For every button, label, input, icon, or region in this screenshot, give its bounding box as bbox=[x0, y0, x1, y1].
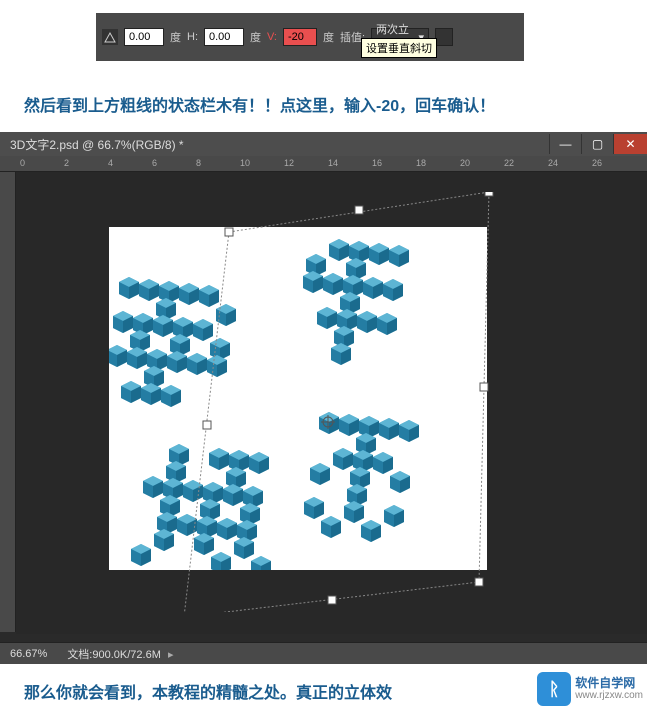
ruler-tick: 12 bbox=[284, 158, 294, 168]
watermark-url: www.rjzxw.com bbox=[575, 690, 643, 702]
ruler-tick: 18 bbox=[416, 158, 426, 168]
maximize-button[interactable]: ▢ bbox=[581, 134, 613, 154]
ruler-tick: 8 bbox=[196, 158, 201, 168]
ruler-tick: 10 bbox=[240, 158, 250, 168]
tooltip: 设置垂直斜切 bbox=[361, 38, 437, 58]
close-button[interactable]: ✕ bbox=[613, 134, 647, 154]
zoom-level[interactable]: 66.67% bbox=[10, 648, 47, 660]
h-input[interactable]: 0.00 bbox=[204, 28, 244, 46]
angle-unit: 度 bbox=[170, 29, 181, 45]
ruler-tick: 2 bbox=[64, 158, 69, 168]
ruler-tick: 0 bbox=[20, 158, 25, 168]
ruler-tick: 6 bbox=[152, 158, 157, 168]
h-unit: 度 bbox=[250, 29, 261, 45]
watermark-title: 软件自学网 bbox=[575, 676, 643, 690]
canvas-area[interactable] bbox=[16, 172, 647, 634]
options-bar: 0.00 度 H: 0.00 度 V: -20 度 插值: 两次立方 ▾ bbox=[96, 13, 524, 61]
cancel-button[interactable] bbox=[435, 28, 453, 46]
h-label: H: bbox=[187, 31, 198, 43]
ruler-horizontal[interactable]: 02468101214161820222426 bbox=[0, 156, 647, 172]
watermark-logo-icon: ᚱ bbox=[537, 672, 571, 706]
ruler-tick: 16 bbox=[372, 158, 382, 168]
angle-input[interactable]: 0.00 bbox=[124, 28, 164, 46]
ruler-tick: 20 bbox=[460, 158, 470, 168]
minimize-button[interactable]: — bbox=[549, 134, 581, 154]
caption-1: 然后看到上方粗线的状态栏木有！！点这里，输入-20，回车确认！ bbox=[24, 92, 495, 116]
document-title: 3D文字2.psd @ 66.7%(RGB/8) * bbox=[10, 136, 184, 153]
ruler-tick: 4 bbox=[108, 158, 113, 168]
ps-window: 3D文字2.psd @ 66.7%(RGB/8) * — ▢ ✕ 0246810… bbox=[0, 132, 647, 664]
caption-2: 那么你就会看到，本教程的精髓之处。真正的立体效 bbox=[24, 679, 392, 703]
ruler-vertical[interactable] bbox=[0, 172, 16, 632]
v-input[interactable]: -20 bbox=[283, 28, 317, 46]
status-bar: 66.67% 文档:900.0K/72.6M ▸ bbox=[0, 642, 647, 664]
ruler-tick: 26 bbox=[592, 158, 602, 168]
doc-info-label: 文档: bbox=[67, 649, 92, 661]
ruler-tick: 14 bbox=[328, 158, 338, 168]
ruler-tick: 22 bbox=[504, 158, 514, 168]
cube-text-artwork bbox=[109, 227, 487, 570]
angle-icon bbox=[102, 29, 118, 45]
transform-center-icon bbox=[321, 415, 335, 429]
titlebar: 3D文字2.psd @ 66.7%(RGB/8) * — ▢ ✕ bbox=[0, 132, 647, 156]
watermark: ᚱ 软件自学网 www.rjzxw.com bbox=[537, 672, 643, 706]
v-unit: 度 bbox=[323, 29, 334, 45]
arrow-right-icon[interactable]: ▸ bbox=[168, 649, 174, 661]
v-label: V: bbox=[267, 31, 277, 43]
doc-info-value: 900.0K/72.6M bbox=[92, 649, 161, 661]
ruler-tick: 24 bbox=[548, 158, 558, 168]
